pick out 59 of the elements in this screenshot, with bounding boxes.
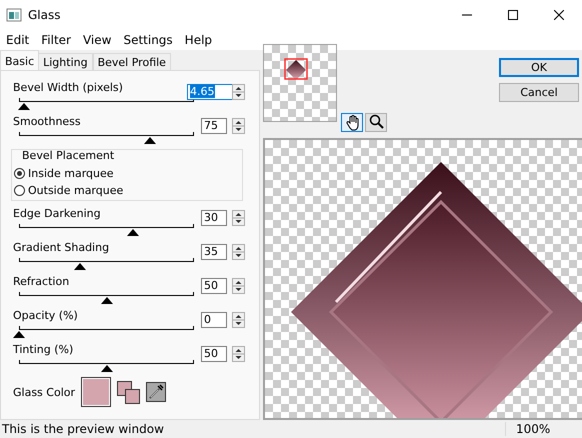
value-field[interactable]: 50 — [201, 346, 227, 362]
radio-option[interactable]: Outside marquee — [14, 184, 124, 197]
slider-label: Tinting (%) — [13, 343, 74, 356]
slider-thumb[interactable] — [18, 103, 30, 110]
slider-thumb[interactable] — [144, 137, 156, 144]
slider-label: Bevel Width (pixels) — [13, 81, 123, 94]
slider-thumb[interactable] — [74, 263, 86, 270]
window-title: Glass — [28, 8, 62, 22]
value-field[interactable]: 0 — [201, 312, 227, 328]
group-label: Bevel Placement — [22, 149, 114, 162]
menu-item[interactable]: View — [76, 33, 118, 47]
diamond-thumbnail-drawing — [284, 58, 308, 81]
slider-label: Gradient Shading — [13, 241, 110, 254]
slider-label: Opacity (%) — [13, 309, 78, 322]
value-field[interactable]: 50 — [201, 278, 227, 294]
slider-thumb[interactable] — [13, 331, 25, 338]
tool-button[interactable] — [365, 113, 387, 132]
tab[interactable]: Lighting — [38, 53, 93, 70]
tab[interactable]: Basic — [0, 50, 40, 70]
value-field[interactable]: 75 — [201, 118, 227, 134]
menu-item[interactable]: Settings — [117, 33, 179, 47]
search-icon — [368, 114, 384, 131]
thumbnail-preview[interactable] — [263, 44, 337, 122]
close-icon[interactable] — [554, 10, 564, 20]
radio-button[interactable] — [14, 185, 25, 196]
preview-canvas[interactable] — [263, 138, 582, 420]
hand-icon — [344, 114, 360, 131]
zoom-level: 100% — [505, 422, 582, 436]
color-label: Glass Color — [13, 386, 75, 398]
color-pair-icon[interactable] — [117, 380, 140, 404]
spinner-icon[interactable] — [232, 312, 245, 328]
status-message: This is the preview window — [1, 422, 165, 436]
spinner-icon[interactable] — [232, 210, 245, 226]
slider-thumb[interactable] — [100, 297, 112, 304]
spinner-icon[interactable] — [232, 84, 245, 100]
spinner-icon[interactable] — [232, 244, 245, 260]
color-swatch[interactable] — [81, 377, 111, 407]
value-field[interactable]: 35 — [201, 244, 227, 260]
value-field[interactable]: 4.65 — [187, 84, 233, 100]
value-field[interactable]: 30 — [201, 210, 227, 226]
tab[interactable]: Bevel Profile — [92, 53, 171, 70]
menu-item[interactable]: Filter — [35, 33, 77, 47]
slider-label: Smoothness — [13, 115, 81, 128]
slider-thumb[interactable] — [126, 229, 139, 236]
menu-item[interactable]: Help — [178, 33, 218, 47]
eyedropper-icon[interactable] — [146, 382, 166, 402]
spinner-icon[interactable] — [232, 346, 245, 362]
menu-item[interactable]: Edit — [0, 33, 36, 47]
dialog-button[interactable]: OK — [499, 58, 579, 77]
spinner-icon[interactable] — [232, 118, 245, 134]
app-icon — [6, 7, 22, 23]
maximize-icon[interactable] — [508, 10, 518, 20]
spinner-icon[interactable] — [232, 278, 245, 294]
slider-label: Refraction — [13, 275, 70, 288]
radio-option[interactable]: Inside marquee — [14, 167, 114, 180]
tool-button[interactable] — [341, 113, 363, 132]
radio-button[interactable] — [14, 168, 25, 179]
dialog-button[interactable]: Cancel — [499, 83, 579, 102]
slider-label: Edge Darkening — [13, 207, 101, 220]
